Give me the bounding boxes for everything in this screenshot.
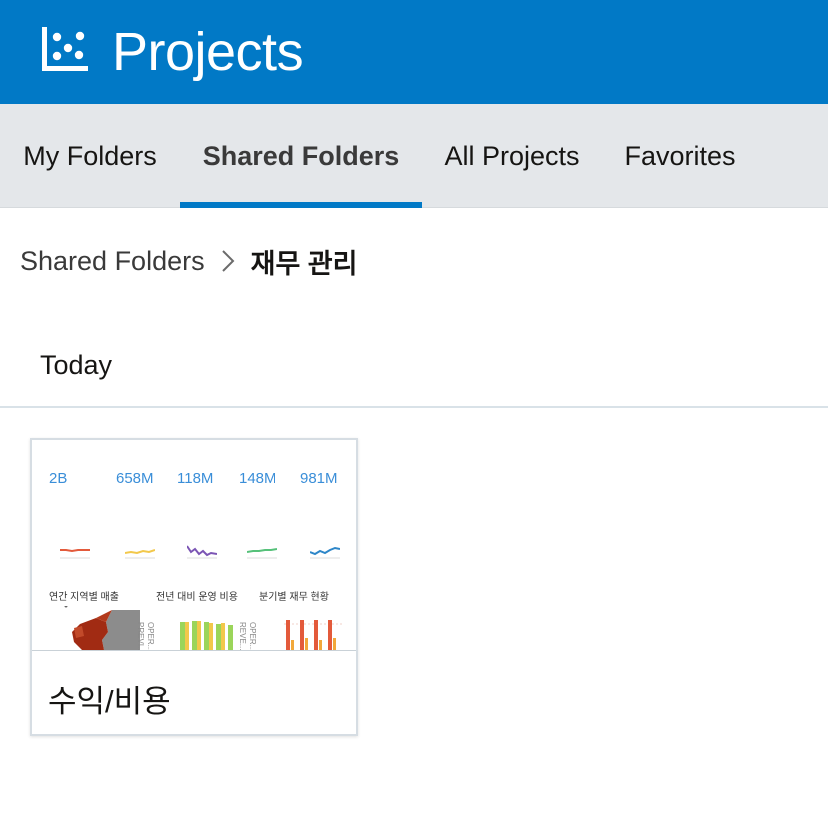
sparkline xyxy=(247,548,277,559)
project-card[interactable]: 2B 658M 118M 148M 981M 연간 지역별 매출 전년 대비 운… xyxy=(30,438,358,736)
breadcrumb: Shared Folders 재무 관리 xyxy=(20,238,357,284)
section-title-today: Today xyxy=(40,350,113,380)
sparkline xyxy=(125,549,155,559)
project-thumbnail: 2B 658M 118M 148M 981M 연간 지역별 매출 전년 대비 운… xyxy=(32,440,356,650)
thumbnail-bar-chart xyxy=(180,621,233,650)
thumbnail-kpi: 148M xyxy=(239,470,275,487)
project-name: 수익/비용 xyxy=(48,684,171,719)
thumbnail-chart-title: 분기별 재무 현황 xyxy=(259,592,329,603)
thumbnail-kpi: 658M xyxy=(116,470,154,487)
app-title: Projects xyxy=(112,22,304,82)
tab-shared-folders[interactable]: Shared Folders xyxy=(180,104,422,208)
sparkline xyxy=(310,546,340,559)
thumbnail-axis-label: REVE... xyxy=(238,622,247,650)
breadcrumb-shared-folders[interactable]: Shared Folders xyxy=(20,246,205,277)
sparkline xyxy=(60,549,90,559)
thumbnail-axis-label: OPER... xyxy=(248,622,257,650)
folder-tabs: My Folders Shared Folders All Projects F… xyxy=(0,104,828,208)
thumbnail-map xyxy=(64,606,140,650)
thumbnail-kpi: 981M xyxy=(300,470,338,487)
thumbnail-bar-chart xyxy=(284,620,342,650)
thumbnail-axis-label: OPER... xyxy=(146,622,155,650)
tab-my-folders[interactable]: My Folders xyxy=(0,104,180,208)
breadcrumb-current-folder: 재무 관리 xyxy=(250,248,358,279)
app-header: Projects xyxy=(0,0,828,104)
tab-favorites[interactable]: Favorites xyxy=(602,104,758,208)
thumbnail-axis-label: PREVI... xyxy=(136,622,145,650)
thumbnail-chart-title: 전년 대비 운영 비용 xyxy=(156,592,238,603)
chevron-right-icon xyxy=(221,250,235,272)
section-divider xyxy=(0,406,828,408)
chart-dots-icon xyxy=(42,27,88,71)
sparkline xyxy=(187,545,217,559)
card-divider xyxy=(32,650,356,651)
tab-all-projects[interactable]: All Projects xyxy=(422,104,602,208)
thumbnail-kpi: 2B xyxy=(49,470,68,487)
thumbnail-kpi: 118M xyxy=(177,470,213,487)
thumbnail-chart-title: 연간 지역별 매출 xyxy=(49,592,119,603)
